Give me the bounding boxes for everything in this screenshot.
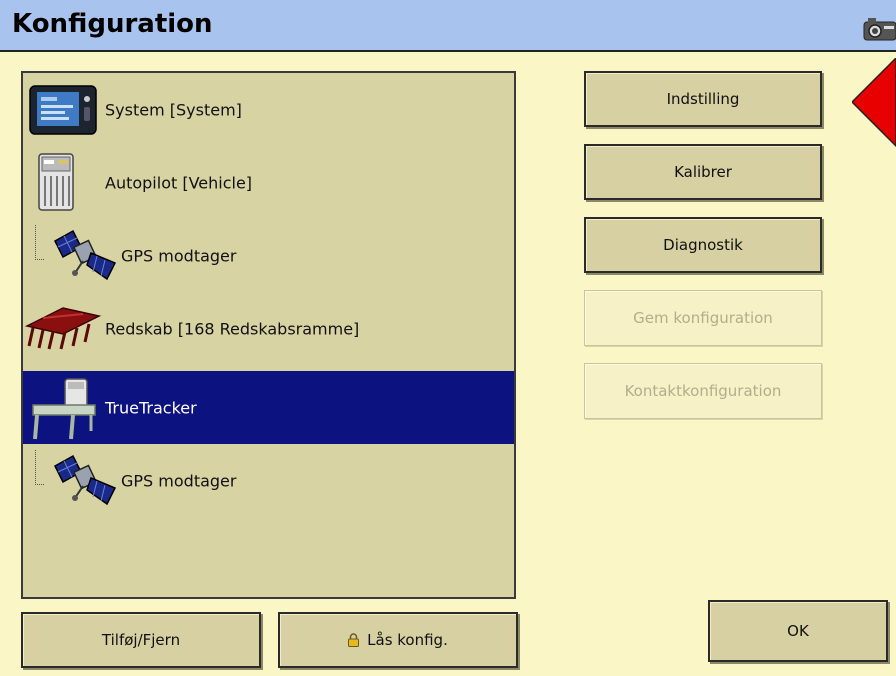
- controller-box-icon: [38, 153, 74, 211]
- list-item-label: Redskab [168 Redskabsramme]: [105, 319, 360, 338]
- satellite-icon: [54, 454, 117, 506]
- tree-connector: [35, 450, 44, 485]
- alert-arrow-icon[interactable]: [852, 58, 896, 154]
- list-item-system[interactable]: System [System]: [23, 73, 514, 146]
- lock-icon: [348, 633, 360, 647]
- list-item-label: TrueTracker: [105, 398, 197, 417]
- page-title: Konfiguration: [12, 9, 213, 39]
- diagnostics-button[interactable]: Diagnostik: [584, 217, 822, 273]
- list-item-label: GPS modtager: [121, 471, 237, 490]
- contact-config-button[interactable]: Kontaktkonfiguration: [584, 363, 822, 419]
- list-item-gps-receiver[interactable]: GPS modtager: [23, 219, 514, 292]
- add-remove-button[interactable]: Tilføj/Fjern: [21, 612, 261, 668]
- tree-connector: [35, 225, 44, 260]
- list-item-label: System [System]: [105, 100, 242, 119]
- component-list[interactable]: System [System] Autopilot [Vehicle] GPS …: [21, 71, 516, 599]
- setup-button[interactable]: Indstilling: [584, 71, 822, 127]
- lock-config-label: Lås konfig.: [367, 631, 448, 649]
- list-item-label: GPS modtager: [121, 246, 237, 265]
- list-item-truetracker[interactable]: TrueTracker: [23, 371, 514, 444]
- list-item-gps-receiver[interactable]: GPS modtager: [23, 444, 514, 517]
- display-terminal-icon: [29, 85, 97, 135]
- cultivator-icon: [24, 307, 102, 350]
- title-bar: Konfiguration: [0, 0, 896, 52]
- ok-button[interactable]: OK: [708, 600, 888, 662]
- list-item-label: Autopilot [Vehicle]: [105, 173, 253, 192]
- satellite-icon: [54, 229, 117, 281]
- calibrate-button[interactable]: Kalibrer: [584, 144, 822, 200]
- save-config-button[interactable]: Gem konfiguration: [584, 290, 822, 346]
- truetracker-icon: [32, 378, 96, 440]
- camera-icon[interactable]: [862, 16, 896, 42]
- list-item-autopilot[interactable]: Autopilot [Vehicle]: [23, 146, 514, 219]
- list-item-implement[interactable]: Redskab [168 Redskabsramme]: [23, 292, 514, 365]
- lock-config-button[interactable]: Lås konfig.: [278, 612, 518, 668]
